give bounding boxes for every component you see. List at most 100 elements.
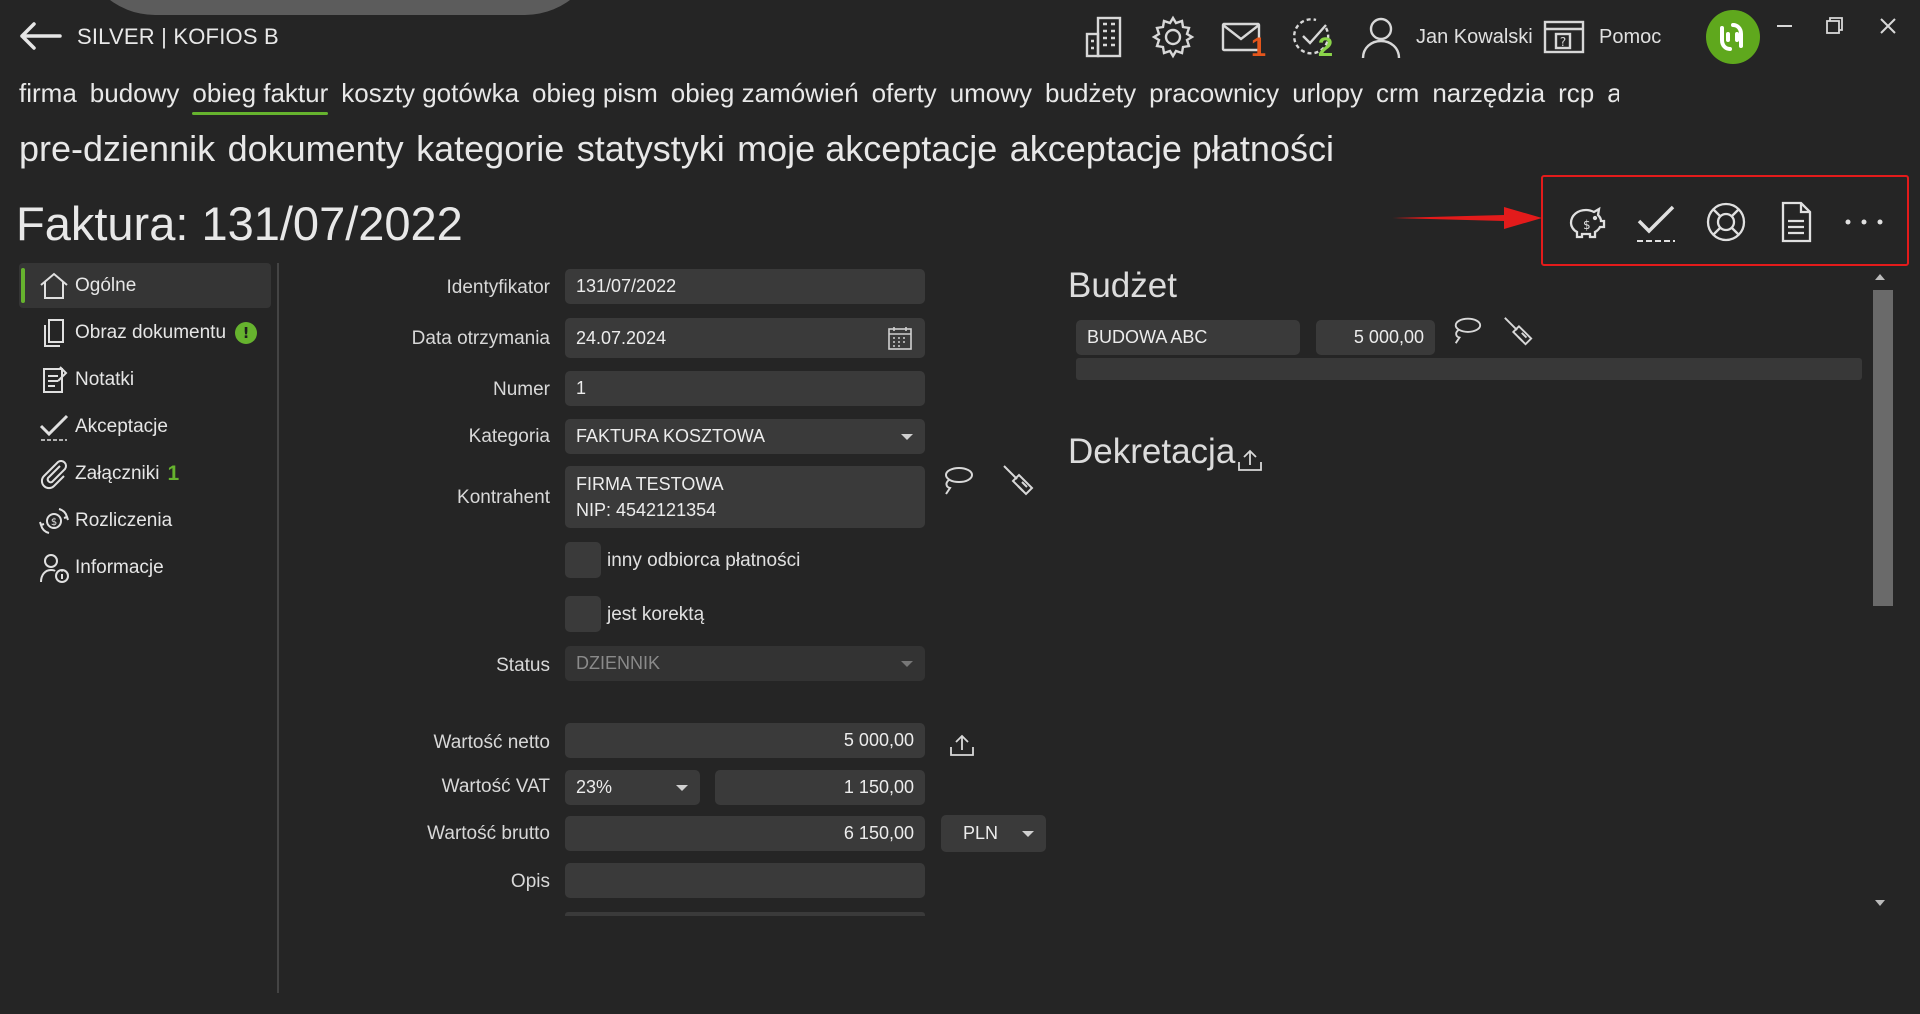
wartosc-netto-field[interactable]: 5 000,00 <box>565 723 925 758</box>
currency-select[interactable]: PLN <box>941 815 1046 852</box>
submenu-pre-dziennik[interactable]: pre-dziennik <box>19 128 215 169</box>
wartosc-vat-label: Wartość VAT <box>441 776 550 797</box>
svg-text:!: ! <box>243 324 250 342</box>
calendar-icon[interactable] <box>887 325 913 351</box>
buildings-icon[interactable] <box>1082 14 1128 60</box>
piggy-bank-icon[interactable]: $ <box>1563 199 1609 245</box>
next-field-partial <box>565 912 925 916</box>
vat-rate-select[interactable]: 23% <box>565 770 700 805</box>
sidebar-item-notatki[interactable]: Notatki <box>19 357 271 402</box>
date-value: 24.07.2024 <box>576 327 667 348</box>
money-transfer-icon: $ <box>39 507 69 534</box>
sidebar-item-label: Akceptacje <box>75 415 168 437</box>
document-icon[interactable] <box>1773 199 1819 245</box>
wartosc-brutto-label: Wartość brutto <box>427 823 550 844</box>
upload-tray-icon[interactable] <box>948 731 976 759</box>
korekta-label: jest korektą <box>607 604 705 625</box>
sidebar-item-label: Załączniki <box>75 462 160 484</box>
kontrahent-field[interactable]: FIRMA TESTOWA NIP: 4542121354 <box>565 466 925 528</box>
help-window-icon[interactable]: ? <box>1542 14 1588 60</box>
close-icon[interactable] <box>1866 12 1910 42</box>
checkmark-icon <box>39 414 69 441</box>
mail-icon[interactable]: 1 <box>1220 14 1266 62</box>
kategoria-select[interactable]: FAKTURA KOSZTOWA <box>565 419 925 454</box>
settings-gear-icon[interactable] <box>1150 14 1196 60</box>
korekta-checkbox[interactable] <box>565 596 601 632</box>
clear-broom-icon[interactable] <box>1001 463 1035 497</box>
menu-item-obieg-faktur[interactable]: obieg faktur <box>192 78 328 115</box>
menu-item-umowy[interactable]: umowy <box>950 78 1032 109</box>
status-value: DZIENNIK <box>576 653 661 673</box>
lasso-select-icon[interactable] <box>941 463 975 497</box>
sidebar-item-akceptacje[interactable]: Akceptacje <box>19 404 271 449</box>
lasso-select-icon[interactable] <box>1451 314 1483 346</box>
lifebuoy-icon[interactable] <box>1703 199 1749 245</box>
opis-field[interactable] <box>565 863 925 898</box>
chevron-down-icon <box>676 784 688 791</box>
sub-menu: pre-dziennik dokumenty kategorie statyst… <box>19 128 1342 170</box>
budget-section-title: Budżet <box>1068 266 1177 305</box>
submenu-statystyki[interactable]: statystyki <box>577 128 725 169</box>
kontrahent-nip: NIP: 4542121354 <box>576 500 717 520</box>
menu-item-firma[interactable]: firma <box>19 78 77 109</box>
upload-tray-icon[interactable] <box>1236 446 1264 474</box>
menu-item-obieg-zamowien[interactable]: obieg zamówień <box>671 78 859 109</box>
scrollbar-thumb[interactable] <box>1873 290 1893 606</box>
tasks-count-badge: 2 <box>1318 32 1334 62</box>
identyfikator-field[interactable]: 131/07/2022 <box>565 269 925 304</box>
sidebar-item-label: Rozliczenia <box>75 509 173 531</box>
menu-item-narzedzia[interactable]: narzędzia <box>1432 78 1545 109</box>
sidebar-item-zalaczniki[interactable]: Załączniki 1 <box>19 451 271 496</box>
user-avatar-icon[interactable] <box>1358 14 1404 60</box>
tasks-check-icon[interactable]: 2 <box>1290 14 1336 62</box>
chevron-down-icon <box>1022 830 1034 837</box>
user-info-icon <box>40 553 69 583</box>
submenu-moje-akceptacje[interactable]: moje akceptacje <box>737 128 997 169</box>
sidebar-item-informacje[interactable]: Informacje <box>19 545 271 590</box>
menu-item-oferty[interactable]: oferty <box>872 78 937 109</box>
sidebar-item-label: Ogólne <box>75 274 137 296</box>
kontrahent-name: FIRMA TESTOWA <box>576 474 724 494</box>
wartosc-brutto-field[interactable]: 6 150,00 <box>565 816 925 851</box>
submenu-kategorie[interactable]: kategorie <box>416 128 564 169</box>
menu-item-budowy[interactable]: budowy <box>90 78 180 109</box>
budget-amount-field[interactable]: 5 000,00 <box>1316 320 1435 355</box>
sidebar-item-label: Obraz dokumentu <box>75 321 227 343</box>
data-otrzymania-field[interactable]: 24.07.2024 <box>565 318 925 358</box>
menu-item-crm[interactable]: crm <box>1376 78 1419 109</box>
warning-badge-icon: ! <box>235 321 258 344</box>
inny-odbiorca-checkbox[interactable] <box>565 542 601 578</box>
sidebar-item-obraz-dokumentu[interactable]: Obraz dokumentu ! <box>19 310 271 355</box>
accept-checkmark-icon[interactable] <box>1633 199 1679 245</box>
sidebar-item-label: Informacje <box>75 556 164 578</box>
red-pointer-arrow <box>1392 206 1542 230</box>
kategoria-label: Kategoria <box>468 426 550 447</box>
vat-value-field[interactable]: 1 150,00 <box>715 770 925 805</box>
menu-item-akceptacje-truncated[interactable]: akce <box>1607 78 1619 109</box>
budget-add-row[interactable] <box>1076 358 1862 380</box>
submenu-akceptacje-platnosci[interactable]: akceptacje płatności <box>1010 128 1334 169</box>
clear-broom-icon[interactable] <box>1502 315 1534 347</box>
back-arrow-icon[interactable] <box>18 20 64 52</box>
menu-item-pracownicy[interactable]: pracownicy <box>1149 78 1279 109</box>
menu-item-budzety[interactable]: budżety <box>1045 78 1136 109</box>
menu-item-obieg-pism[interactable]: obieg pism <box>532 78 658 109</box>
menu-item-rcp[interactable]: rcp <box>1558 78 1594 109</box>
menu-item-urlopy[interactable]: urlopy <box>1292 78 1363 109</box>
more-options-icon[interactable] <box>1841 199 1887 245</box>
restore-icon[interactable] <box>1812 12 1856 42</box>
user-name[interactable]: Jan Kowalski <box>1416 26 1533 49</box>
submenu-dokumenty[interactable]: dokumenty <box>228 128 404 169</box>
numer-label: Numer <box>492 379 550 400</box>
budget-name-field[interactable]: BUDOWA ABC <box>1076 320 1300 355</box>
sidebar-item-ogolne[interactable]: Ogólne <box>19 263 271 308</box>
help-label[interactable]: Pomoc <box>1599 26 1661 49</box>
home-icon <box>40 272 68 299</box>
sidebar-item-rozliczenia[interactable]: $ Rozliczenia <box>19 498 271 543</box>
inny-odbiorca-label: inny odbiorca płatności <box>607 550 801 571</box>
status-label: Status <box>496 655 550 676</box>
menu-item-koszty-gotowka[interactable]: koszty gotówka <box>341 78 519 109</box>
main-menu: firma budowy obieg faktur koszty gotówka obi… <box>19 78 1619 118</box>
minimize-icon[interactable] <box>1762 12 1806 42</box>
numer-field[interactable]: 1 <box>565 371 925 406</box>
